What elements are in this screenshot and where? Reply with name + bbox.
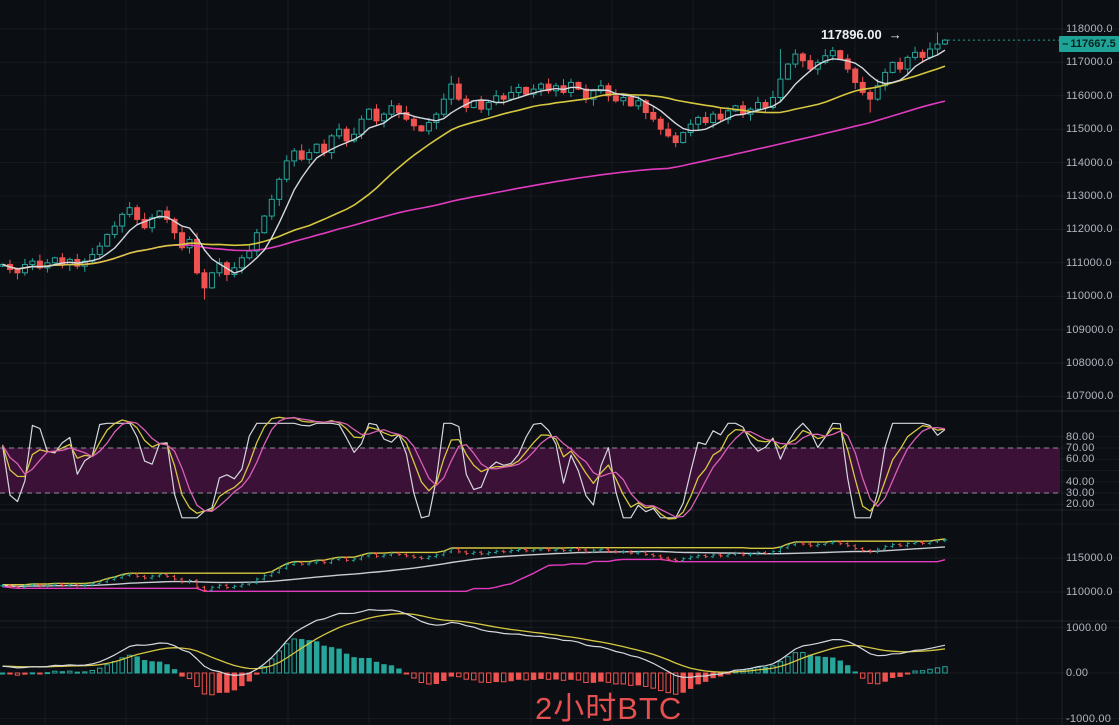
- grid-lines: [0, 0, 1119, 725]
- candlesticks: [0, 32, 947, 299]
- trading-chart-window: 119000.0118000.0117000.0116000.0115000.0…: [0, 0, 1119, 725]
- alert-price-text: 117896.00: [821, 27, 882, 42]
- last-price-dash: –: [1062, 38, 1068, 50]
- moving-averages: [3, 50, 946, 273]
- price-alert-annotation: 117896.00 →: [821, 27, 902, 42]
- macd-histogram: [0, 639, 947, 695]
- timeframe-watermark: 2小时BTC: [535, 683, 682, 725]
- last-price-value: 117667.5: [1070, 38, 1115, 50]
- mini-price-panel: [0, 538, 947, 591]
- last-price-badge: – 117667.5: [1059, 36, 1119, 52]
- chart-canvas[interactable]: [0, 0, 1119, 725]
- arrow-right-icon: →: [889, 27, 902, 42]
